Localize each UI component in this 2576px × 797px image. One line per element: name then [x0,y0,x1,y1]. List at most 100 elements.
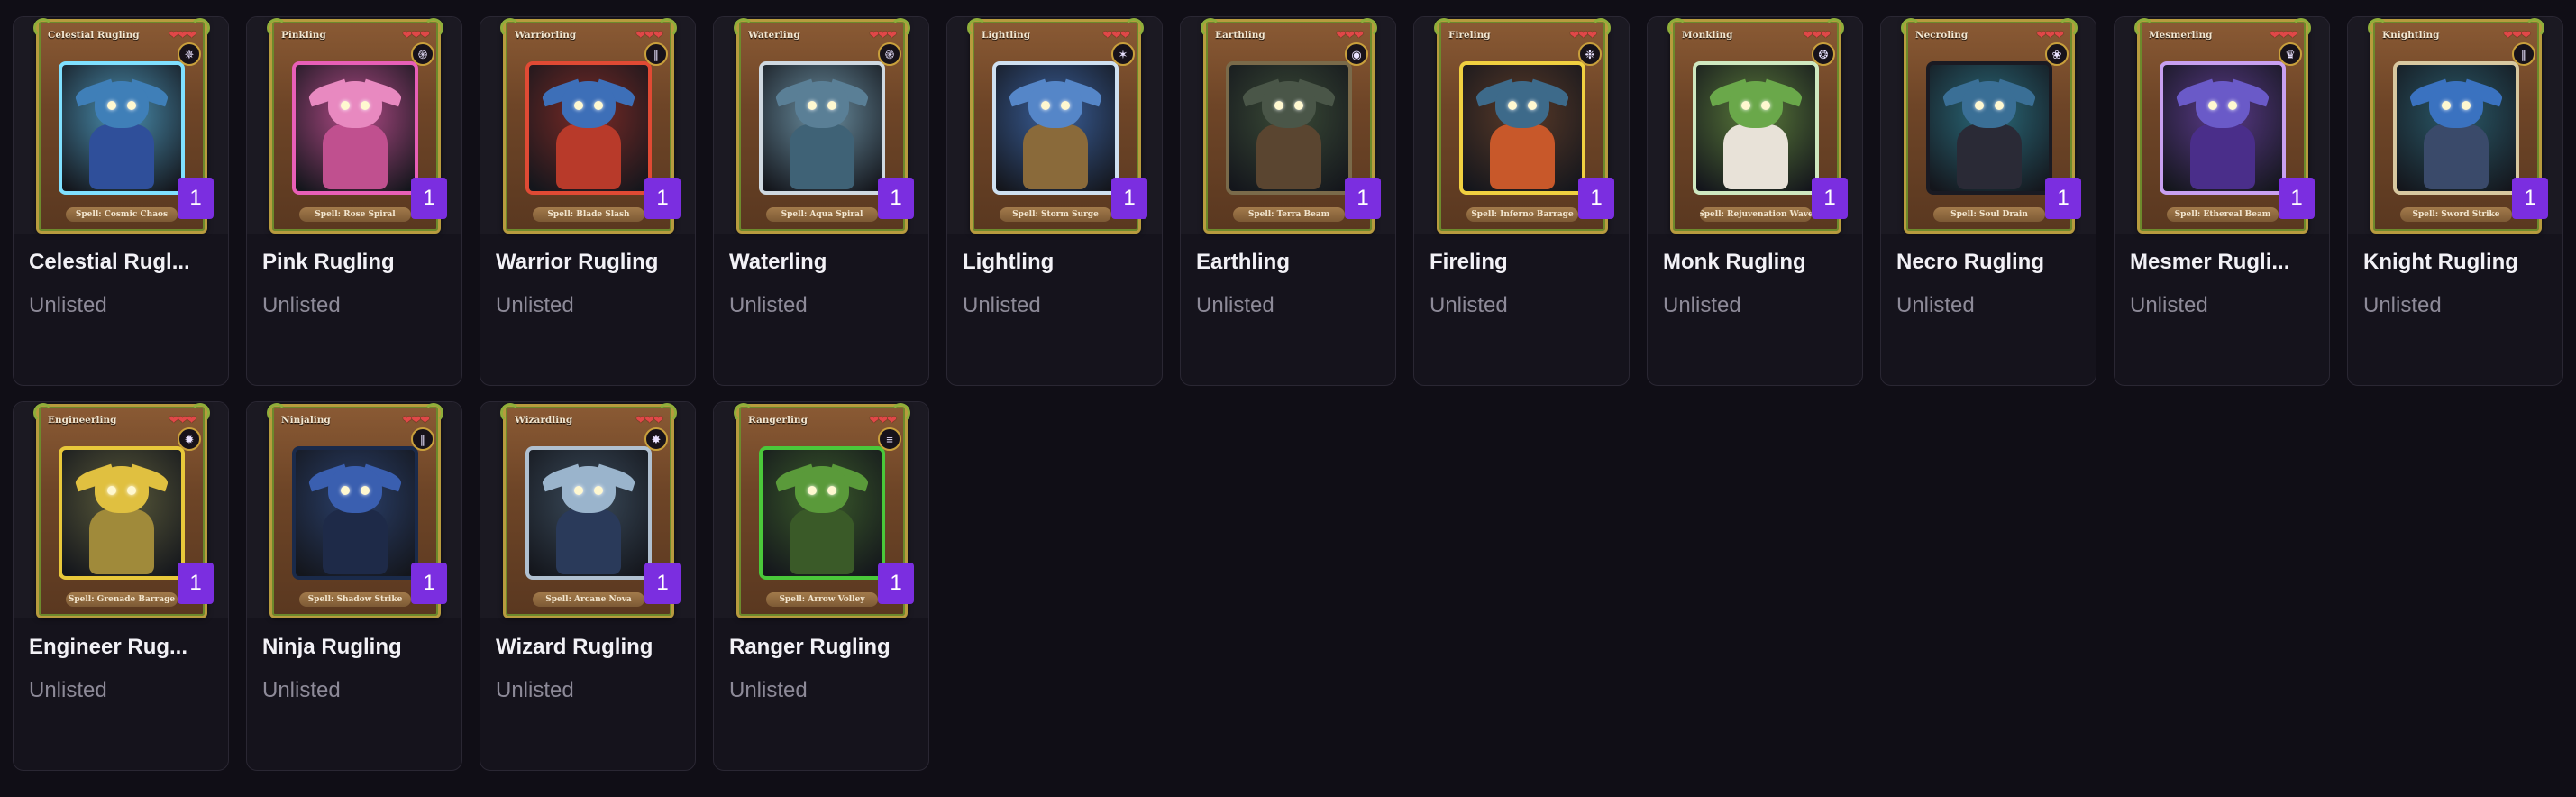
card-title[interactable]: Warrior Rugling [496,250,682,275]
spell-label: Spell: Shadow Strike [299,592,411,607]
listing-status: Unlisted [1663,293,1741,317]
card-title[interactable]: Fireling [1430,250,1616,275]
card-title[interactable]: Waterling [729,250,916,275]
nft-card[interactable]: Ninjaling ❤❤❤ ∥ Spell: Shadow Strike 1 N… [246,401,462,771]
nft-card[interactable]: Pinkling ❤❤❤ ֍ Spell: Rose Spiral 1 Pink… [246,16,462,386]
nft-card[interactable]: Waterling ❤❤❤ ֎ Spell: Aqua Spiral 1 Wat… [713,16,929,386]
card-title[interactable]: Earthling [1196,250,1383,275]
quantity-badge: 1 [2512,178,2548,219]
card-title[interactable]: Wizard Rugling [496,635,682,660]
hearts-icon: ❤❤❤ [1569,28,1597,41]
card-art[interactable]: Mesmerling ❤❤❤ ♛ Spell: Ethereal Beam 1 [2115,17,2329,234]
card-title[interactable]: Necro Rugling [1896,250,2083,275]
card-art[interactable]: Fireling ❤❤❤ ❉ Spell: Inferno Barrage 1 [1414,17,1629,234]
quantity-badge: 1 [411,563,447,604]
card-art[interactable]: Earthling ❤❤❤ ◉ Spell: Terra Beam 1 [1181,17,1395,234]
trading-card-name: Engineerling [48,415,117,426]
character-portrait [292,61,418,195]
trading-card-header: Rangerling ❤❤❤ [748,413,897,427]
trading-card-header: Waterling ❤❤❤ [748,28,897,42]
nft-card[interactable]: Engineerling ❤❤❤ ✹ Spell: Grenade Barrag… [13,401,229,771]
spell-label: Spell: Storm Surge [1000,207,1111,222]
quantity-badge: 1 [878,563,914,604]
card-art[interactable]: Lightling ❤❤❤ ✶ Spell: Storm Surge 1 [947,17,1162,234]
trading-card-header: Ninjaling ❤❤❤ [281,413,430,427]
quantity-badge: 1 [644,563,681,604]
card-art[interactable]: Pinkling ❤❤❤ ֍ Spell: Rose Spiral 1 [247,17,461,234]
spell-label: Spell: Rose Spiral [299,207,411,222]
card-title[interactable]: Lightling [963,250,1149,275]
trading-card-name: Warriorling [515,30,577,41]
card-art[interactable]: Celestial Rugling ❤❤❤ ✵ Spell: Cosmic Ch… [14,17,228,234]
card-title[interactable]: Ranger Rugling [729,635,916,660]
hearts-icon: ❤❤❤ [635,413,663,426]
card-title[interactable]: Knight Rugling [2363,250,2550,275]
hearts-icon: ❤❤❤ [169,28,196,41]
hearts-icon: ❤❤❤ [169,413,196,426]
card-art[interactable]: Wizardling ❤❤❤ ✸ Spell: Arcane Nova 1 [480,402,695,618]
spell-label: Spell: Terra Beam [1233,207,1345,222]
card-art[interactable]: Knightling ❤❤❤ ∥ Spell: Sword Strike 1 [2348,17,2562,234]
nft-card[interactable]: Fireling ❤❤❤ ❉ Spell: Inferno Barrage 1 … [1413,16,1630,386]
nft-card[interactable]: Wizardling ❤❤❤ ✸ Spell: Arcane Nova 1 Wi… [480,401,696,771]
card-art[interactable]: Warriorling ❤❤❤ ∥ Spell: Blade Slash 1 [480,17,695,234]
spell-label: Spell: Cosmic Chaos [66,207,178,222]
nft-card[interactable]: Necroling ❤❤❤ ❀ Spell: Soul Drain 1 Necr… [1880,16,2096,386]
spell-label: Spell: Rejuvenation Wave [1700,207,1812,222]
card-art[interactable]: Rangerling ❤❤❤ ≡ Spell: Arrow Volley 1 [714,402,928,618]
spiral-icon: ֍ [411,42,434,66]
listing-status: Unlisted [496,293,574,317]
hearts-icon: ❤❤❤ [402,28,430,41]
nft-card[interactable]: Monkling ❤❤❤ ❂ Spell: Rejuvenation Wave … [1647,16,1863,386]
nft-card[interactable]: Mesmerling ❤❤❤ ♛ Spell: Ethereal Beam 1 … [2114,16,2330,386]
card-title[interactable]: Pink Rugling [262,250,449,275]
water-swirl-icon: ֎ [878,42,901,66]
character-portrait [292,446,418,580]
spell-label: Spell: Arcane Nova [533,592,644,607]
card-art[interactable]: Waterling ❤❤❤ ֎ Spell: Aqua Spiral 1 [714,17,928,234]
earth-orb-icon: ◉ [1345,42,1368,66]
card-title[interactable]: Mesmer Rugli... [2130,250,2316,275]
trading-card-header: Lightling ❤❤❤ [982,28,1130,42]
card-art[interactable]: Monkling ❤❤❤ ❂ Spell: Rejuvenation Wave … [1648,17,1862,234]
hearts-icon: ❤❤❤ [2503,28,2531,41]
trading-card-header: Fireling ❤❤❤ [1448,28,1597,42]
nft-card[interactable]: Celestial Rugling ❤❤❤ ✵ Spell: Cosmic Ch… [13,16,229,386]
card-title[interactable]: Celestial Rugl... [29,250,215,275]
arcane-nova-icon: ✸ [644,427,668,451]
nft-card[interactable]: Rangerling ❤❤❤ ≡ Spell: Arrow Volley 1 R… [713,401,929,771]
quantity-badge: 1 [178,563,214,604]
nft-card[interactable]: Lightling ❤❤❤ ✶ Spell: Storm Surge 1 Lig… [946,16,1163,386]
card-title[interactable]: Monk Rugling [1663,250,1850,275]
quantity-badge: 1 [1111,178,1147,219]
claw-slash-icon: ∥ [644,42,668,66]
trading-card-name: Rangerling [748,415,808,426]
arrow-volley-icon: ≡ [878,427,901,451]
card-art[interactable]: Ninjaling ❤❤❤ ∥ Spell: Shadow Strike 1 [247,402,461,618]
explosion-icon: ✹ [178,427,201,451]
card-title[interactable]: Ninja Rugling [262,635,449,660]
character-portrait [759,446,885,580]
hearts-icon: ❤❤❤ [1803,28,1831,41]
trading-card-name: Earthling [1215,30,1265,41]
character-portrait [525,61,652,195]
card-title[interactable]: Engineer Rug... [29,635,215,660]
quantity-badge: 1 [1578,178,1614,219]
spell-label: Spell: Sword Strike [2400,207,2512,222]
trading-card-header: Knightling ❤❤❤ [2382,28,2531,42]
nft-card[interactable]: Knightling ❤❤❤ ∥ Spell: Sword Strike 1 K… [2347,16,2563,386]
flame-icon: ❉ [1578,42,1602,66]
sword-slash-icon: ∥ [2512,42,2535,66]
card-art[interactable]: Engineerling ❤❤❤ ✹ Spell: Grenade Barrag… [14,402,228,618]
trading-card-header: Earthling ❤❤❤ [1215,28,1364,42]
hearts-icon: ❤❤❤ [402,413,430,426]
quantity-badge: 1 [2045,178,2081,219]
trading-card-name: Lightling [982,30,1031,41]
listing-status: Unlisted [1896,293,1975,317]
card-art[interactable]: Necroling ❤❤❤ ❀ Spell: Soul Drain 1 [1881,17,2096,234]
nft-card[interactable]: Earthling ❤❤❤ ◉ Spell: Terra Beam 1 Eart… [1180,16,1396,386]
hearts-icon: ❤❤❤ [2036,28,2064,41]
hearts-icon: ❤❤❤ [869,413,897,426]
spell-label: Spell: Grenade Barrage [66,592,178,607]
nft-card[interactable]: Warriorling ❤❤❤ ∥ Spell: Blade Slash 1 W… [480,16,696,386]
